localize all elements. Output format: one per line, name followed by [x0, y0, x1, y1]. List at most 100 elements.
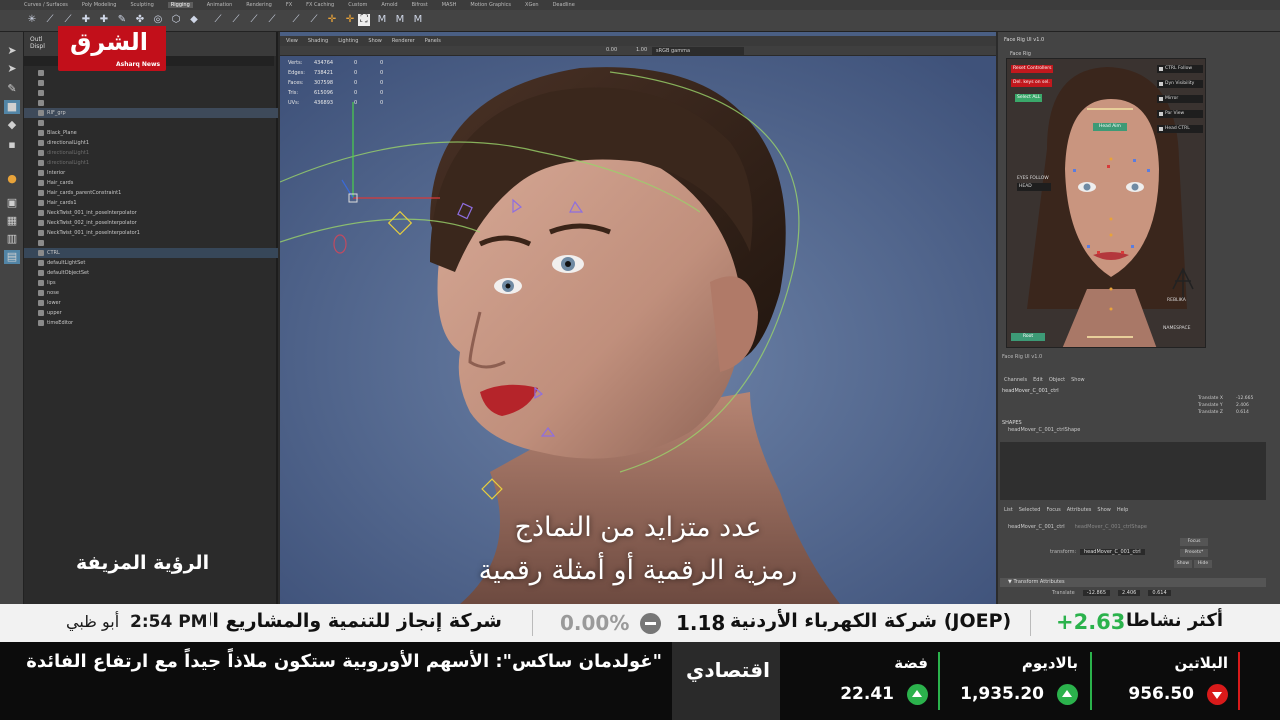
group-icon[interactable]: ✛	[344, 14, 356, 26]
shelf-tab[interactable]: MASH	[442, 2, 457, 8]
translate-y-field[interactable]: 2.406	[1118, 590, 1141, 596]
exposure-field[interactable]: 0.00	[606, 47, 617, 53]
shelf-tab[interactable]: Custom	[348, 2, 367, 8]
shelf-tab[interactable]: Rigging	[167, 2, 193, 8]
channel-attr-value[interactable]: 2.406	[1236, 403, 1249, 408]
shelf-tab[interactable]: Deadline	[553, 2, 575, 8]
shelf-tab[interactable]: Curves / Surfaces	[24, 2, 68, 8]
offset-icon[interactable]: M	[376, 14, 388, 26]
move-tool-icon[interactable]: ■	[4, 100, 20, 114]
shelf-tab[interactable]: Arnold	[381, 2, 397, 8]
outliner-item[interactable]: directionalLight1	[24, 148, 278, 158]
off-icon[interactable]: M	[412, 14, 424, 26]
outliner-item[interactable]: directionalLight1	[24, 138, 278, 148]
viewport-menu-item[interactable]: Lighting	[338, 38, 358, 44]
joint-icon[interactable]: ✳	[26, 14, 38, 26]
channel-box-menu-item[interactable]: Channels	[1004, 377, 1027, 383]
attribute-editor-menu-item[interactable]: Focus	[1046, 507, 1060, 513]
attribute-editor-menu-item[interactable]: Selected	[1019, 507, 1041, 513]
transform-attributes-section[interactable]: ▼ Transform Attributes	[1000, 578, 1266, 587]
delete-keys-button[interactable]: Del. keys on sel.	[1011, 79, 1052, 87]
transform-field[interactable]: headMover_C_001_ctrl	[1080, 549, 1145, 555]
ik-spline-icon[interactable]: ⟋	[62, 14, 74, 26]
outliner-item[interactable]: NeckTwist_001_int_poseInterpolator1	[24, 228, 278, 238]
shelf-tab[interactable]: FX	[286, 2, 292, 8]
select-all-button[interactable]: Select ALL	[1015, 94, 1043, 102]
outliner-item[interactable]	[24, 78, 278, 88]
outliner-item[interactable]: Hair_cards1	[24, 198, 278, 208]
outliner-item[interactable]: lips	[24, 278, 278, 288]
show-button[interactable]: Show	[1174, 560, 1192, 568]
channel-box-menu-item[interactable]: Show	[1071, 377, 1085, 383]
outliner-item[interactable]	[24, 88, 278, 98]
shelf-tab[interactable]: Poly Modeling	[82, 2, 117, 8]
rotate-tool-icon[interactable]: ◆	[4, 118, 20, 132]
shelf-tab[interactable]: Sculpting	[130, 2, 153, 8]
outliner-item[interactable]: upper	[24, 308, 278, 318]
scale-tool-icon[interactable]: ▪	[4, 138, 20, 152]
attribute-editor-tab[interactable]: headMover_C_001_ctrlShape	[1075, 524, 1147, 530]
viewport-menu-item[interactable]: Shading	[308, 38, 328, 44]
skin-icon[interactable]: ✚	[98, 14, 110, 26]
presets-button[interactable]: Presets*	[1180, 549, 1208, 557]
lattice-icon[interactable]: ◎	[152, 14, 164, 26]
shelf-tab[interactable]: XGen	[525, 2, 539, 8]
outliner-item[interactable]: Interior	[24, 168, 278, 178]
channel-attr-value[interactable]: 0.614	[1236, 410, 1249, 415]
shape-node[interactable]: headMover_C_001_ctrlShape	[1008, 427, 1080, 433]
lasso-tool-icon[interactable]: ➤	[4, 62, 20, 76]
channel-box-menu-item[interactable]: Edit	[1033, 377, 1043, 383]
bind-icon[interactable]: ✚	[80, 14, 92, 26]
head-aim-button[interactable]: Head Aim	[1093, 123, 1127, 131]
layout-single-icon[interactable]: ▣	[4, 196, 20, 210]
outliner-item[interactable]: directionalLight1	[24, 158, 278, 168]
shelf-tab[interactable]: Rendering	[246, 2, 272, 8]
parent-icon[interactable]: ⟋	[230, 14, 242, 26]
layout-quad-icon[interactable]: ▦	[4, 214, 20, 228]
ik-handle-icon[interactable]: ⟋	[44, 14, 56, 26]
rig-checkbox[interactable]: Par View	[1157, 110, 1203, 118]
outliner-item[interactable]: NeckTwist_001_int_poseInterpolator	[24, 208, 278, 218]
select-tool-icon[interactable]: ➤	[4, 44, 20, 58]
ui-icon[interactable]: ⛶	[358, 14, 370, 26]
viewport-menu-item[interactable]: Renderer	[392, 38, 415, 44]
layout-two-icon[interactable]: ▥	[4, 232, 20, 246]
wrap-icon[interactable]: ⬡	[170, 14, 182, 26]
paint-select-icon[interactable]: ✎	[4, 82, 20, 96]
outliner-item[interactable]	[24, 98, 278, 108]
translate-x-field[interactable]: -12.865	[1082, 590, 1111, 596]
viewport-menu-item[interactable]: Panels	[425, 38, 441, 44]
outliner-item[interactable]	[24, 118, 278, 128]
viewport-menu-item[interactable]: View	[286, 38, 298, 44]
root-button[interactable]: Root	[1011, 333, 1046, 341]
translate-z-field[interactable]: 0.614	[1148, 590, 1171, 596]
outliner-item[interactable]: NeckTwist_002_int_poseInterpolator	[24, 218, 278, 228]
outliner-item[interactable]: defaultLightSet	[24, 258, 278, 268]
attribute-editor-menu-item[interactable]: Help	[1117, 507, 1128, 513]
outliner-item[interactable]: timeEditor	[24, 318, 278, 328]
viewport-menu-item[interactable]: Show	[368, 38, 382, 44]
orient-icon[interactable]: ⟋	[248, 14, 260, 26]
shelf-tab[interactable]: Motion Graphics	[470, 2, 511, 8]
locator-icon[interactable]: ✛	[326, 14, 338, 26]
shelf-tab[interactable]: Bifrost	[412, 2, 428, 8]
gamma-field[interactable]: 1.00	[636, 47, 647, 53]
rig-checkbox[interactable]: Head CTRL	[1157, 125, 1203, 133]
channel-box-node[interactable]: headMover_C_001_ctrl	[1002, 388, 1059, 394]
pole-icon[interactable]: ⟋	[308, 14, 320, 26]
sculpt-icon[interactable]: ●	[4, 172, 20, 186]
shelf-tab[interactable]: FX Caching	[306, 2, 334, 8]
rig-checkbox[interactable]: Dyn Visibility	[1157, 80, 1203, 88]
hide-button[interactable]: Hide	[1194, 560, 1212, 568]
shelf-tab[interactable]: Animation	[207, 2, 233, 8]
outliner-item[interactable]: Hair_cards	[24, 178, 278, 188]
outliner-item[interactable]: defaultObjectSet	[24, 268, 278, 278]
rig-checkbox[interactable]: Mirror	[1157, 95, 1203, 103]
attribute-editor-tab[interactable]: headMover_C_001_ctrl	[1008, 524, 1065, 530]
eyes-follow-select[interactable]: HEAD	[1017, 183, 1051, 191]
channel-box-menu-item[interactable]: Object	[1049, 377, 1065, 383]
outliner-item[interactable]: RIF_grp	[24, 108, 278, 118]
outliner-item[interactable]: CTRL	[24, 248, 278, 258]
outliner-item[interactable]: Hair_cards_parentConstraint1	[24, 188, 278, 198]
reset-controllers-button[interactable]: Reset Controllers	[1011, 65, 1054, 73]
